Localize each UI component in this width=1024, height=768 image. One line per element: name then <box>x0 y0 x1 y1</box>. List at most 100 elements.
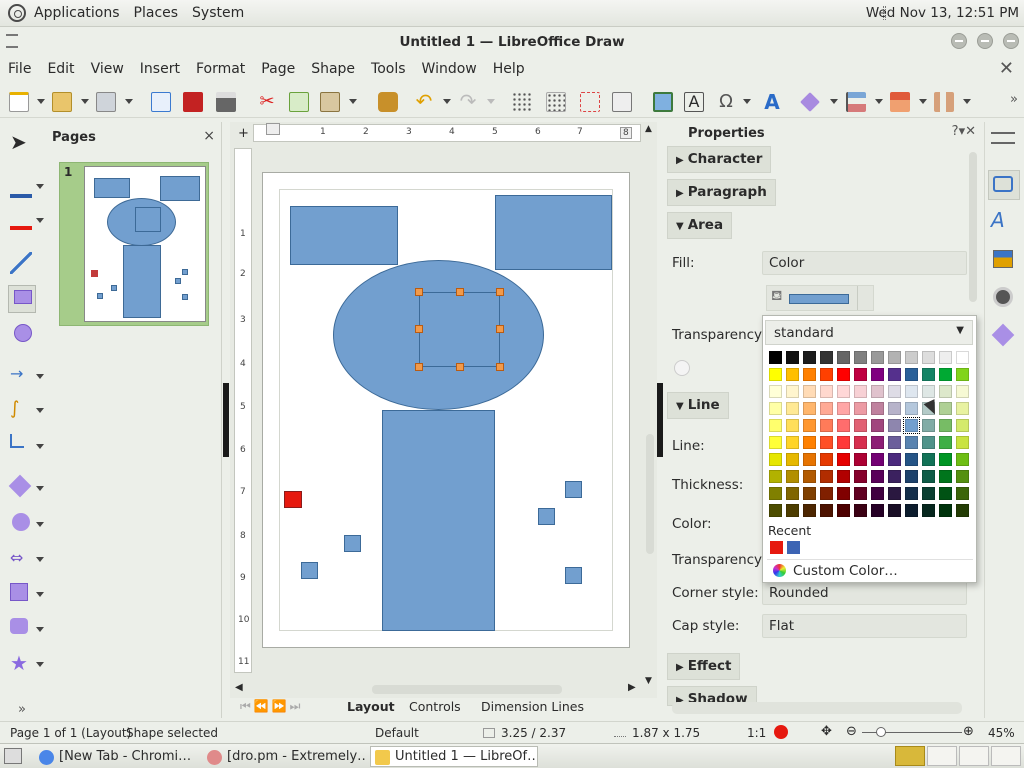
color-swatch[interactable] <box>905 436 918 449</box>
menu-page[interactable]: Page <box>253 61 303 77</box>
save-icon[interactable] <box>96 92 116 112</box>
fill-color-dropdown-icon[interactable] <box>857 286 873 310</box>
color-swatch[interactable] <box>871 453 884 466</box>
color-swatch[interactable] <box>939 453 952 466</box>
color-swatch[interactable] <box>820 402 833 415</box>
color-swatch[interactable] <box>903 417 920 434</box>
curves-dropdown-icon[interactable] <box>36 408 44 413</box>
properties-hscrollbar[interactable] <box>672 702 962 714</box>
color-swatch[interactable] <box>956 368 969 381</box>
color-swatch[interactable] <box>837 436 850 449</box>
status-page[interactable]: Page 1 of 1 (Layout) <box>10 726 131 740</box>
workspace-switcher-4[interactable] <box>991 746 1021 766</box>
small-square-shape[interactable] <box>565 567 582 584</box>
color-swatch[interactable] <box>803 504 816 517</box>
horizontal-scrollbar[interactable]: ◀ ▶ <box>232 682 637 696</box>
color-swatch[interactable] <box>905 504 918 517</box>
color-swatch[interactable] <box>803 470 816 483</box>
color-swatch[interactable] <box>803 368 816 381</box>
menu-window[interactable]: Window <box>414 61 485 77</box>
color-swatch[interactable] <box>803 402 816 415</box>
cut-icon[interactable]: ✂ <box>257 92 277 112</box>
menu-insert[interactable]: Insert <box>132 61 188 77</box>
color-swatch[interactable] <box>769 470 782 483</box>
status-zoom[interactable]: 45% <box>988 726 1015 740</box>
vertical-scrollbar[interactable]: ▲ ▼ <box>645 124 656 689</box>
color-swatch[interactable] <box>956 470 969 483</box>
menu-tools[interactable]: Tools <box>363 61 414 77</box>
color-swatch[interactable] <box>922 351 935 364</box>
insert-textbox-icon[interactable]: A <box>684 92 704 112</box>
color-swatch[interactable] <box>820 368 833 381</box>
color-swatch[interactable] <box>905 385 918 398</box>
color-swatch[interactable] <box>888 487 901 500</box>
tab-dimension-lines[interactable]: Dimension Lines <box>481 699 584 714</box>
color-swatch[interactable] <box>786 453 799 466</box>
custom-color-button[interactable]: Custom Color… <box>767 559 973 581</box>
workspace-switcher-2[interactable] <box>927 746 957 766</box>
rectangle-shape[interactable] <box>290 206 398 265</box>
basic-shapes-dropdown-icon[interactable] <box>36 486 44 491</box>
color-swatch[interactable] <box>888 470 901 483</box>
recent-color-swatch[interactable] <box>770 541 783 554</box>
color-swatch[interactable] <box>854 487 867 500</box>
color-swatch[interactable] <box>786 368 799 381</box>
color-swatch[interactable] <box>769 402 782 415</box>
export-icon[interactable] <box>151 92 171 112</box>
color-swatch[interactable] <box>956 351 969 364</box>
lines-arrows-icon[interactable]: → <box>10 364 32 386</box>
menu-view[interactable]: View <box>83 61 132 77</box>
redo-dropdown-icon[interactable] <box>487 99 495 104</box>
color-swatch[interactable] <box>922 487 935 500</box>
color-swatch[interactable] <box>888 453 901 466</box>
color-swatch[interactable] <box>922 368 935 381</box>
color-swatch[interactable] <box>888 504 901 517</box>
fontwork-icon[interactable]: A <box>762 92 782 112</box>
line-color-dropdown-icon[interactable] <box>36 184 44 189</box>
navigator-icon[interactable] <box>993 287 1013 307</box>
color-swatch[interactable] <box>837 470 850 483</box>
gallery-icon[interactable] <box>993 250 1013 268</box>
color-swatch[interactable] <box>956 453 969 466</box>
color-swatch[interactable] <box>786 402 799 415</box>
color-swatch[interactable] <box>905 402 918 415</box>
align-dropdown-icon[interactable] <box>875 99 883 104</box>
color-swatch[interactable] <box>786 419 799 432</box>
copy-icon[interactable] <box>289 92 309 112</box>
callouts-icon[interactable] <box>10 618 28 634</box>
color-swatch[interactable] <box>871 419 884 432</box>
status-scale[interactable]: 1:1 <box>747 726 766 740</box>
selection-handle[interactable] <box>415 363 423 371</box>
sidebar-menu-icon[interactable]: ?▾✕ <box>952 124 976 139</box>
sidebar-settings-icon[interactable] <box>991 132 1015 144</box>
flowchart-dropdown-icon[interactable] <box>36 592 44 597</box>
new-document-icon[interactable] <box>9 92 29 112</box>
paste-dropdown-icon[interactable] <box>349 99 357 104</box>
zoom-out-icon[interactable]: ⊖ <box>846 724 857 739</box>
color-swatch[interactable] <box>769 419 782 432</box>
transformations-dropdown-icon[interactable] <box>830 99 838 104</box>
close-document-icon[interactable]: ✕ <box>999 58 1014 79</box>
line-color-icon[interactable] <box>10 176 32 198</box>
system-menu[interactable]: System <box>192 5 244 21</box>
insert-image-icon[interactable] <box>653 92 673 112</box>
section-line[interactable]: ▼ Line <box>667 392 729 419</box>
color-swatch[interactable] <box>888 436 901 449</box>
color-swatch[interactable] <box>837 487 850 500</box>
places-menu[interactable]: Places <box>134 5 179 21</box>
select-arrow-icon[interactable]: ➤ <box>10 132 32 154</box>
styles-icon[interactable]: A <box>991 208 1015 232</box>
special-char-dropdown-icon[interactable] <box>743 99 751 104</box>
color-swatch[interactable] <box>905 453 918 466</box>
connector-icon[interactable] <box>10 434 24 448</box>
color-swatch[interactable] <box>922 419 935 432</box>
symbol-shapes-dropdown-icon[interactable] <box>36 522 44 527</box>
color-swatch[interactable] <box>871 470 884 483</box>
minimize-button[interactable] <box>951 33 967 49</box>
color-swatch[interactable] <box>854 436 867 449</box>
selection-handle[interactable] <box>496 363 504 371</box>
zoom-pan-icon[interactable] <box>612 92 632 112</box>
properties-tab-icon[interactable] <box>993 176 1013 192</box>
color-swatch[interactable] <box>888 419 901 432</box>
section-area[interactable]: ▼ Area <box>667 212 733 239</box>
